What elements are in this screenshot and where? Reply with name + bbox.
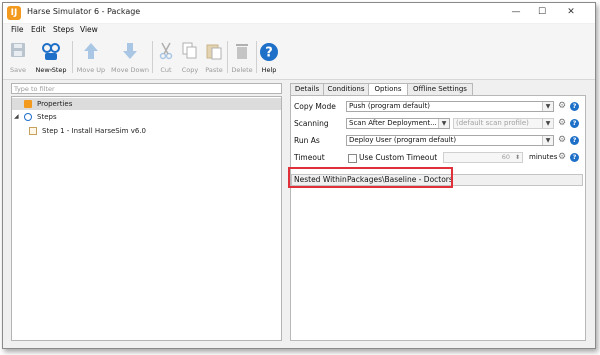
- gear-icon[interactable]: ⚙: [558, 102, 567, 111]
- help-label: Help: [261, 66, 277, 74]
- menu-steps[interactable]: Steps: [53, 25, 74, 34]
- timeout-value: 60: [501, 153, 510, 161]
- maximize-button[interactable]: ☐: [529, 3, 555, 21]
- paste-label: Paste: [205, 66, 223, 74]
- tree-item-steps[interactable]: ◢ Steps: [12, 111, 281, 123]
- tab-details[interactable]: Details: [290, 83, 324, 95]
- copy-mode-label: Copy Mode: [294, 102, 336, 111]
- move-down-button[interactable]: Move Down: [109, 39, 151, 77]
- tree-item-properties[interactable]: Properties: [12, 98, 281, 110]
- help-icon: ?: [260, 43, 278, 61]
- copy-label: Copy: [181, 66, 199, 74]
- use-custom-timeout-label: Use Custom Timeout: [359, 153, 438, 162]
- copy-mode-select[interactable]: Push (program default) ▼: [346, 101, 554, 112]
- filter-input[interactable]: Type to filter: [11, 83, 282, 94]
- help-icon[interactable]: ?: [570, 102, 579, 111]
- scissors-icon: [159, 42, 173, 60]
- delete-button[interactable]: Delete: [229, 39, 255, 77]
- gear-icon[interactable]: ⚙: [558, 119, 567, 128]
- copy-icon: [182, 42, 197, 59]
- window-title: Harse Simulator 6 - Package: [27, 7, 141, 16]
- scan-profile-value: (default scan profile): [456, 119, 529, 127]
- arrow-up-icon: [84, 43, 98, 59]
- step-tree: Properties ◢ Steps Step 1 - Install Hars…: [11, 96, 282, 341]
- tree-item-label: Properties: [37, 100, 73, 108]
- title-bar: IJ Harse Simulator 6 - Package — ☐ ✕: [3, 3, 595, 23]
- expand-arrow-icon[interactable]: ◢: [14, 111, 19, 123]
- menu-edit[interactable]: Edit: [31, 25, 46, 34]
- menu-bar: File Edit Steps View: [3, 24, 595, 37]
- help-icon[interactable]: ?: [570, 136, 579, 145]
- paste-icon: [206, 44, 222, 60]
- toolbar: Save New Step ▾ Move Up Move Down Cut Co…: [3, 37, 595, 80]
- options-panel: [290, 95, 586, 341]
- move-down-label: Move Down: [111, 66, 149, 74]
- help-icon[interactable]: ?: [570, 153, 579, 162]
- stepper-arrows-icon[interactable]: ⬍: [515, 153, 520, 162]
- timeout-label: Timeout: [294, 153, 325, 162]
- new-step-dropdown-icon[interactable]: ▾: [47, 67, 55, 75]
- scanning-label: Scanning: [294, 119, 329, 128]
- copy-button[interactable]: Copy: [178, 39, 202, 77]
- steps-icon: [24, 113, 32, 121]
- timeout-unit: minutes: [529, 153, 558, 161]
- chevron-down-icon: ▼: [438, 119, 449, 128]
- chevron-down-icon: ▼: [542, 119, 553, 128]
- app-window: IJ Harse Simulator 6 - Package — ☐ ✕ Fil…: [2, 2, 596, 349]
- close-button[interactable]: ✕: [558, 3, 584, 21]
- highlight-box: [288, 167, 453, 188]
- cut-label: Cut: [160, 66, 172, 74]
- run-as-select[interactable]: Deploy User (program default) ▼: [346, 135, 554, 146]
- new-step-icon: [42, 43, 60, 60]
- paste-button[interactable]: Paste: [202, 39, 226, 77]
- save-button[interactable]: Save: [5, 39, 31, 77]
- toolbar-separator: [152, 41, 153, 73]
- run-as-label: Run As: [294, 136, 320, 145]
- chevron-down-icon: ▼: [542, 136, 553, 145]
- delete-label: Delete: [231, 66, 253, 74]
- move-up-button[interactable]: Move Up: [74, 39, 108, 77]
- gear-icon[interactable]: ⚙: [558, 153, 567, 162]
- move-up-label: Move Up: [76, 66, 106, 74]
- save-label: Save: [10, 66, 26, 74]
- trash-icon: [236, 44, 248, 59]
- minimize-button[interactable]: —: [503, 3, 529, 21]
- arrow-down-icon: [123, 43, 137, 59]
- run-as-value: Deploy User (program default): [349, 136, 457, 144]
- save-icon: [11, 43, 25, 57]
- scanning-value: Scan After Deployment...: [349, 119, 437, 127]
- properties-icon: [24, 100, 32, 108]
- install-step-icon: [29, 127, 37, 135]
- tab-conditions[interactable]: Conditions: [323, 83, 369, 95]
- scan-profile-select[interactable]: (default scan profile) ▼: [453, 118, 554, 129]
- svg-text:?: ?: [265, 46, 273, 61]
- chevron-down-icon: ▼: [542, 102, 553, 111]
- timeout-stepper[interactable]: 60 ⬍: [443, 152, 523, 163]
- scanning-select[interactable]: Scan After Deployment... ▼: [346, 118, 450, 129]
- menu-view[interactable]: View: [80, 25, 98, 34]
- tree-item-label: Steps: [37, 113, 57, 121]
- help-button[interactable]: ? Help: [257, 39, 281, 77]
- app-logo-icon: IJ: [7, 6, 21, 20]
- cut-button[interactable]: Cut: [155, 39, 177, 77]
- copy-mode-value: Push (program default): [349, 102, 431, 110]
- tree-item-step-1[interactable]: Step 1 - Install HarseSim v6.0: [12, 125, 281, 137]
- menu-file[interactable]: File: [11, 25, 24, 34]
- use-custom-timeout-checkbox[interactable]: [348, 154, 357, 163]
- help-icon[interactable]: ?: [570, 119, 579, 128]
- tree-item-label: Step 1 - Install HarseSim v6.0: [42, 127, 146, 135]
- tab-offline-settings[interactable]: Offline Settings: [407, 83, 473, 95]
- toolbar-separator: [72, 41, 73, 73]
- toolbar-separator: [227, 41, 228, 73]
- gear-icon[interactable]: ⚙: [558, 136, 567, 145]
